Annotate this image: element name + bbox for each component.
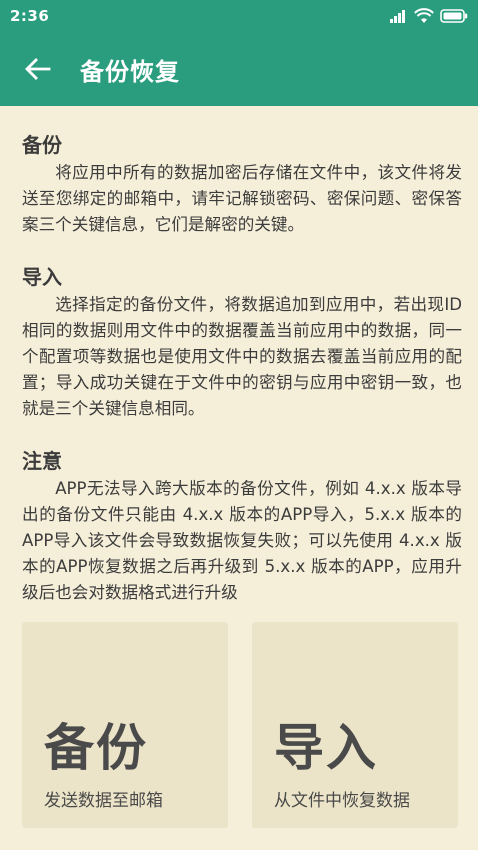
section-title: 注意 xyxy=(22,449,62,473)
card-subtitle: 从文件中恢复数据 xyxy=(274,791,410,811)
arrow-left-icon xyxy=(25,58,51,80)
app-bar: 备份恢复 xyxy=(0,32,478,106)
section-import: 导入 选择指定的备份文件，将数据追加到应用中，若出现ID相同的数据则用文件中的数… xyxy=(22,262,462,422)
info-content[interactable]: 备份 将应用中所有的数据加密后存储在文件中，该文件将发送至您绑定的邮箱中，请牢记… xyxy=(22,106,462,600)
status-bar: 2:36 xyxy=(0,0,478,32)
card-title: 备份 xyxy=(44,719,148,777)
backup-card-button[interactable]: 备份 发送数据至邮箱 xyxy=(22,622,228,828)
signal-icon xyxy=(390,10,405,23)
status-time: 2:36 xyxy=(10,7,50,25)
status-icons xyxy=(390,8,468,24)
page-title: 备份恢复 xyxy=(80,57,180,86)
section-body: APP无法导入跨大版本的备份文件，例如 4.x.x 版本导出的备份文件只能由 4… xyxy=(22,479,462,600)
section-body: 将应用中所有的数据加密后存储在文件中，该文件将发送至您绑定的邮箱中，请牢记解锁密… xyxy=(22,163,462,234)
section-body: 选择指定的备份文件，将数据追加到应用中，若出现ID相同的数据则用文件中的数据覆盖… xyxy=(22,295,462,418)
card-title: 导入 xyxy=(274,719,378,777)
action-cards: 备份 发送数据至邮箱 导入 从文件中恢复数据 xyxy=(22,622,458,828)
card-subtitle: 发送数据至邮箱 xyxy=(44,791,163,811)
wifi-icon xyxy=(414,8,434,23)
section-title: 备份 xyxy=(22,133,62,157)
back-button[interactable] xyxy=(8,39,68,99)
battery-icon xyxy=(440,9,468,23)
section-notice: 注意 APP无法导入跨大版本的备份文件，例如 4.x.x 版本导出的备份文件只能… xyxy=(22,446,462,600)
section-title: 导入 xyxy=(22,265,62,289)
section-backup: 备份 将应用中所有的数据加密后存储在文件中，该文件将发送至您绑定的邮箱中，请牢记… xyxy=(22,130,462,238)
import-card-button[interactable]: 导入 从文件中恢复数据 xyxy=(252,622,458,828)
